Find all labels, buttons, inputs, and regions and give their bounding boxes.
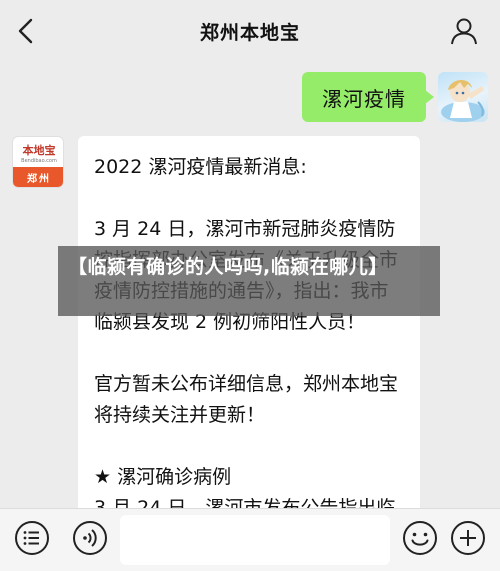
bottom-input-bar [0,508,500,571]
brand-city-label: 郑州 [13,167,63,187]
incoming-bubble[interactable]: 2022 漯河疫情最新消息: 3 月 24 日，漯河市新冠肺炎疫情防控指挥部办公… [78,136,420,516]
emoji-icon[interactable] [402,520,438,556]
incoming-message: 本地宝 Bendibao.com 郑州 2022 漯河疫情最新消息: 3 月 2… [12,136,420,516]
top-nav-bar: 郑州本地宝 [0,0,500,62]
user-avatar[interactable] [438,72,488,122]
page-title: 郑州本地宝 [199,21,300,44]
message-input[interactable] [120,515,390,565]
message-paragraph: 官方暂未公布详细信息，郑州本地宝将持续关注并更新！ [94,373,399,426]
person-icon[interactable] [450,17,478,45]
brand-logo-text: 本地宝 [22,144,56,157]
sender-avatar[interactable]: 本地宝 Bendibao.com 郑州 [12,136,64,188]
voice-icon[interactable] [72,520,108,556]
add-icon[interactable] [450,520,486,556]
outgoing-bubble[interactable]: 漯河疫情 [302,72,434,122]
brand-logo: 本地宝 Bendibao.com [13,137,63,169]
message-paragraph: ★ 漯河确诊病例 [94,466,232,488]
message-paragraph: 2022 漯河疫情最新消息: [94,156,307,178]
headline-overlay: 【临颍有确诊的人吗吗,临颍在哪儿】 [58,246,440,316]
outgoing-message: 漯河疫情 [302,72,488,122]
chevron-left-icon[interactable] [14,16,38,46]
menu-icon[interactable] [14,520,50,556]
anime-avatar-icon [441,79,485,122]
brand-logo-subtext: Bendibao.com [21,158,57,164]
